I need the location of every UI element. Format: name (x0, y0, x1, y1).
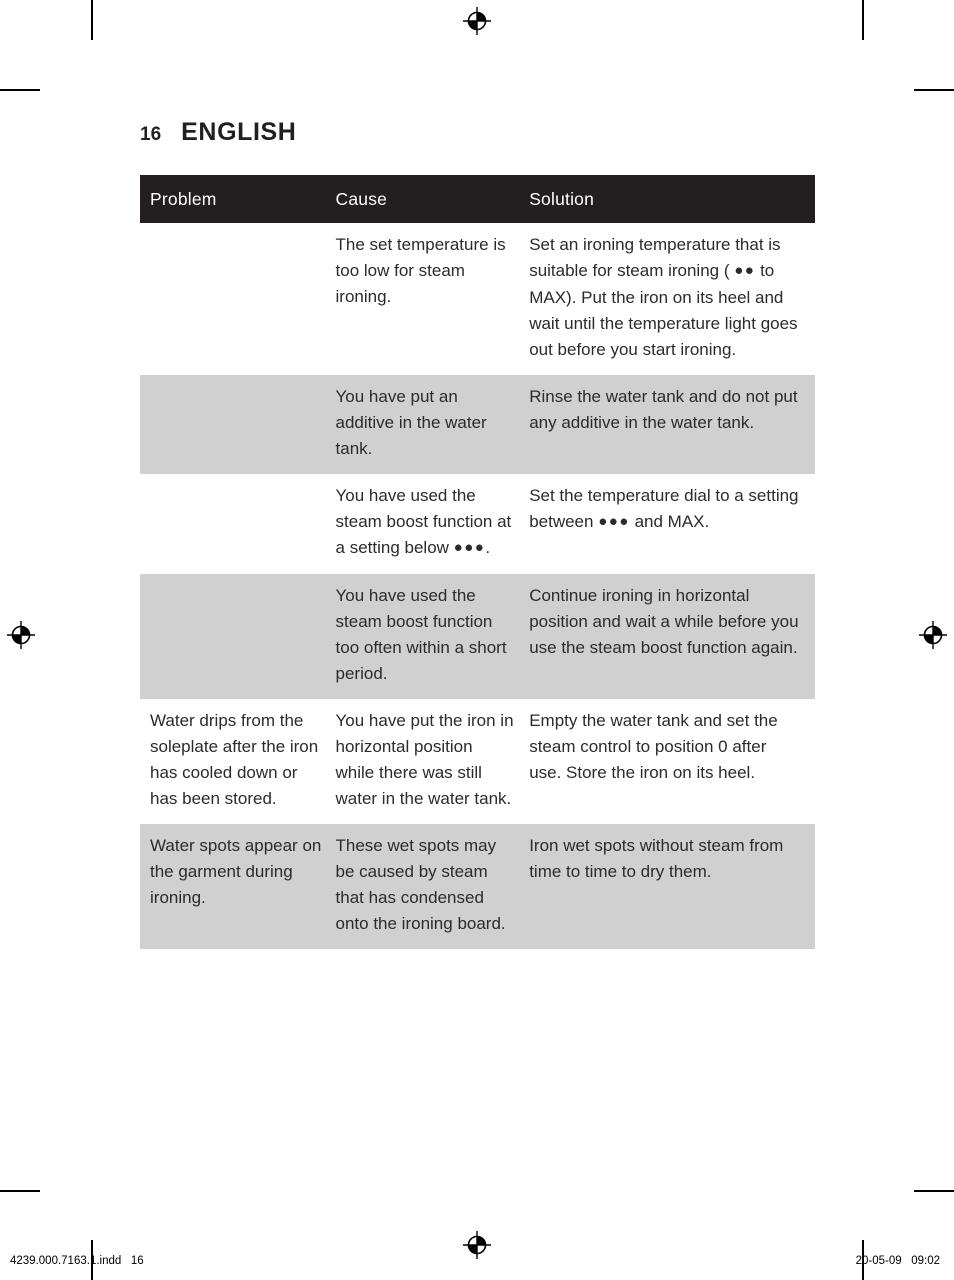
cell-problem (140, 474, 336, 574)
slug-filename: 4239.000.7163.1.indd 16 (10, 1255, 144, 1267)
page-number: 16 (140, 124, 162, 145)
cause-text-tail: . (485, 538, 491, 557)
cell-solution: Set the temperature dial to a setting be… (529, 474, 815, 574)
column-header-problem: Problem (150, 189, 217, 209)
cell-cause: The set temperature is too low for steam… (335, 235, 506, 306)
registration-target-icon-left (6, 620, 36, 650)
registration-target-icon-right (918, 620, 948, 650)
registration-target-icon-bottom (462, 1230, 492, 1260)
table-row: The set temperature is too low for steam… (140, 223, 815, 375)
cell-cause: You have put an additive in the water ta… (335, 387, 487, 458)
crop-mark-bottom-left-horizontal (0, 1190, 40, 1192)
column-header-cause: Cause (335, 189, 388, 209)
page-title: ENGLISH (181, 118, 297, 146)
printed-page: 16 ENGLISH Problem Cause Solution The se… (0, 0, 954, 1280)
cell-problem (140, 223, 336, 375)
cell-solution: Set an ironing temperature that is suita… (529, 223, 815, 375)
column-header-solution: Solution (529, 189, 595, 209)
crop-mark-top-left-vertical (91, 0, 93, 40)
crop-mark-top-right-horizontal (914, 89, 954, 91)
temperature-dots-icon: ●● (734, 262, 756, 279)
temperature-dots-icon: ●●● (453, 539, 486, 556)
cell-solution: Empty the water tank and set the steam c… (529, 711, 778, 782)
cell-cause: These wet spots may be caused by steam t… (335, 836, 506, 933)
cell-cause: You have used the steam boost function a… (336, 474, 530, 574)
table-row: Water drips from the soleplate after the… (140, 699, 815, 824)
cell-problem (140, 574, 336, 699)
temperature-dots-icon: ●●● (598, 513, 630, 530)
table-row: You have used the steam boost function a… (140, 474, 815, 574)
cell-cause: You have put the iron in horizontal posi… (335, 711, 514, 808)
cell-solution: Iron wet spots without steam from time t… (529, 836, 784, 881)
cell-solution: Rinse the water tank and do not put any … (529, 387, 798, 432)
cell-problem: Water drips from the soleplate after the… (150, 711, 319, 808)
troubleshooting-table: Problem Cause Solution The set temperatu… (140, 175, 815, 949)
table-row: You have put an additive in the water ta… (140, 375, 815, 474)
cell-problem (140, 375, 336, 474)
cell-cause: You have used the steam boost function t… (335, 586, 507, 683)
table-header-row: Problem Cause Solution (140, 175, 815, 223)
slug-timestamp: 20-05-09 09:02 (855, 1255, 940, 1267)
cell-solution: Continue ironing in horizontal position … (529, 586, 799, 657)
solution-text-tail: and MAX. (629, 512, 710, 531)
crop-mark-top-left-horizontal (0, 89, 40, 91)
registration-target-icon-top (462, 6, 492, 36)
crop-mark-bottom-right-horizontal (914, 1190, 954, 1192)
table-body: The set temperature is too low for steam… (140, 223, 815, 949)
table-row: Water spots appear on the garment during… (140, 824, 815, 949)
table-row: You have used the steam boost function t… (140, 574, 815, 699)
crop-mark-top-right-vertical (862, 0, 864, 40)
page-header: 16 ENGLISH (140, 118, 296, 147)
table-head: Problem Cause Solution (140, 175, 815, 223)
cell-problem: Water spots appear on the garment during… (150, 836, 322, 907)
